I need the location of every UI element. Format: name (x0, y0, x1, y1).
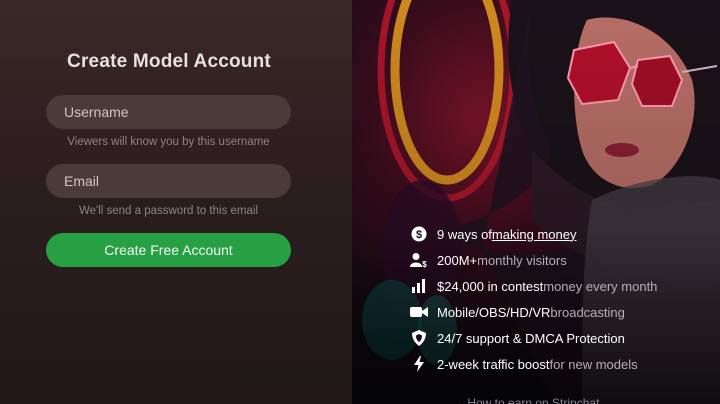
promo-panel: $ 9 ways of making money $ 200M+ monthly… (352, 0, 720, 404)
feature-text: Mobile/OBS/HD/VR (437, 304, 551, 320)
users-icon: $ (410, 251, 428, 269)
feature-item: 24/7 support & DMCA Protection (410, 328, 625, 348)
feature-item: Mobile/OBS/HD/VR broadcasting (410, 302, 625, 322)
svg-text:$: $ (416, 229, 422, 241)
feature-item: $ 9 ways of making money (410, 224, 576, 244)
feature-subtext: broadcasting (550, 304, 625, 320)
username-input[interactable] (46, 95, 291, 129)
camera-icon (410, 303, 428, 321)
svg-text:$: $ (422, 260, 427, 268)
making-money-link[interactable]: making money (492, 227, 577, 242)
email-hint: We'll send a password to this email (78, 205, 259, 217)
form-title: Create Model Account (67, 51, 271, 72)
feature-item: $24,000 in contest money every month (410, 276, 657, 296)
feature-subtext: for new models (549, 356, 638, 372)
feature-item: $ 200M+ monthly visitors (410, 250, 567, 270)
dollar-icon: $ (410, 225, 428, 243)
email-input[interactable] (46, 164, 291, 198)
feature-text: 24/7 support & DMCA Protection (437, 330, 625, 346)
create-account-button[interactable]: Create Free Account (46, 233, 291, 267)
feature-item: 2-week traffic boost for new models (410, 354, 638, 374)
feature-text: $24,000 in contest (437, 278, 544, 294)
lightning-icon (410, 355, 428, 373)
shield-icon (410, 329, 428, 347)
feature-text: 200M+ (437, 252, 478, 268)
how-to-earn-link[interactable]: → How to earn on Stripchat (452, 396, 599, 404)
signup-panel: Create Model Account Viewers will know y… (0, 0, 352, 404)
feature-subtext: money every month (543, 278, 658, 294)
username-hint: Viewers will know you by this username (67, 136, 270, 148)
feature-text: 9 ways of (437, 226, 492, 242)
feature-subtext: monthly visitors (477, 252, 567, 268)
bar-chart-icon (410, 277, 428, 295)
feature-text: 2-week traffic boost (437, 356, 550, 372)
